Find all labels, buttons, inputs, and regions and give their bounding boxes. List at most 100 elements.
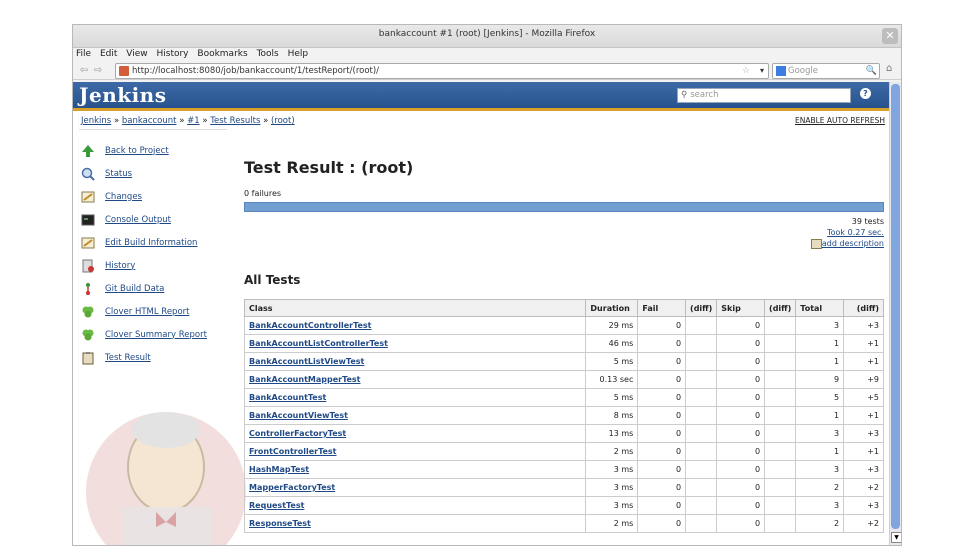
class-cell: RequestTest <box>243 496 587 515</box>
enable-auto-refresh-link[interactable]: ENABLE AUTO REFRESH <box>795 116 885 125</box>
menu-file[interactable]: File <box>76 49 91 59</box>
menu-tools[interactable]: Tools <box>257 49 279 59</box>
scrollbar-thumb[interactable] <box>891 84 900 529</box>
total-cell: 1 <box>795 352 845 371</box>
back-icon[interactable]: ⇦ <box>77 65 91 76</box>
fail-cell: 0 <box>637 460 687 479</box>
help-icon[interactable]: ? <box>860 88 871 99</box>
table-row: BankAccountTest 5 ms 0 0 5 +5 <box>243 388 884 407</box>
total-diff-cell: +3 <box>843 460 884 479</box>
skip-diff-cell <box>764 316 797 335</box>
header-class[interactable]: Class <box>243 299 587 317</box>
sidebar-item-history[interactable]: History <box>79 254 239 277</box>
fail-diff-cell <box>685 370 718 389</box>
divider <box>79 129 227 130</box>
duration-cell: 2 ms <box>585 442 639 461</box>
browser-search-input[interactable]: Google 🔍 <box>772 63 880 79</box>
table-row: FrontControllerTest 2 ms 0 0 1 +1 <box>243 442 884 461</box>
menu-edit[interactable]: Edit <box>100 49 117 59</box>
class-link[interactable]: BankAccountListControllerTest <box>249 339 388 348</box>
fail-diff-cell <box>685 424 718 443</box>
breadcrumb-test-results[interactable]: Test Results <box>210 116 260 126</box>
header-fail-diff[interactable]: (diff) <box>685 299 718 317</box>
header-fail[interactable]: Fail <box>637 299 687 317</box>
add-description-link[interactable]: add description <box>822 239 884 248</box>
breadcrumb-bankaccount[interactable]: bankaccount <box>122 116 177 126</box>
fail-diff-cell <box>685 478 718 497</box>
sidebar-item-label[interactable]: Console Output <box>105 215 171 225</box>
sidebar-item-back-to-project[interactable]: Back to Project <box>79 139 239 162</box>
menu-view[interactable]: View <box>126 49 147 59</box>
total-diff-cell: +1 <box>843 406 884 425</box>
took-link[interactable]: Took 0.27 sec. <box>827 228 884 237</box>
menu-bookmarks[interactable]: Bookmarks <box>197 49 247 59</box>
scroll-down-icon[interactable]: ▼ <box>891 532 901 543</box>
sidebar-item-label[interactable]: Clover Summary Report <box>105 330 207 340</box>
class-link[interactable]: BankAccountControllerTest <box>249 321 372 330</box>
breadcrumb-root[interactable]: (root) <box>271 116 295 126</box>
skip-diff-cell <box>764 406 797 425</box>
sidebar-item-label[interactable]: History <box>105 261 135 271</box>
class-cell: ResponseTest <box>243 514 587 533</box>
class-link[interactable]: HashMapTest <box>249 465 309 474</box>
forward-icon[interactable]: ⇨ <box>91 65 105 76</box>
header-total-diff[interactable]: (diff) <box>843 299 884 317</box>
sidebar-item-console-output[interactable]: Console Output <box>79 208 239 231</box>
class-cell: BankAccountListViewTest <box>243 352 587 371</box>
sidebar-item-label[interactable]: Git Build Data <box>105 284 164 294</box>
menu-history[interactable]: History <box>156 49 188 59</box>
scrollbar[interactable]: ▼ <box>889 82 901 545</box>
sidebar-item-changes[interactable]: Changes <box>79 185 239 208</box>
class-link[interactable]: BankAccountListViewTest <box>249 357 364 366</box>
class-link[interactable]: MapperFactoryTest <box>249 483 335 492</box>
sidebar-item-label[interactable]: Status <box>105 169 132 179</box>
class-link[interactable]: BankAccountTest <box>249 393 326 402</box>
fail-cell: 0 <box>637 496 687 515</box>
skip-cell: 0 <box>716 406 766 425</box>
sidebar-item-git-build-data[interactable]: Git Build Data <box>79 277 239 300</box>
fail-diff-cell <box>685 406 718 425</box>
close-icon[interactable]: ✕ <box>882 28 898 44</box>
jenkins-search-input[interactable]: ⚲ search <box>677 88 851 103</box>
sidebar-item-clover-html-report[interactable]: Clover HTML Report <box>79 300 239 323</box>
header-duration[interactable]: Duration <box>585 299 639 317</box>
class-link[interactable]: ControllerFactoryTest <box>249 429 346 438</box>
table-row: BankAccountMapperTest 0.13 sec 0 0 9 +9 <box>243 370 884 389</box>
clover-icon <box>82 306 94 317</box>
notepad-pencil-icon[interactable] <box>810 238 822 249</box>
sidebar-item-status[interactable]: Status <box>79 162 239 185</box>
sidebar-item-label[interactable]: Test Result <box>105 353 151 363</box>
sidebar-item-label[interactable]: Edit Build Information <box>105 238 197 248</box>
class-link[interactable]: BankAccountViewTest <box>249 411 348 420</box>
skip-cell: 0 <box>716 478 766 497</box>
jenkins-header: Jenkins ⚲ search ? <box>73 82 889 108</box>
url-bar[interactable]: http://localhost:8080/job/bankaccount/1/… <box>115 63 769 79</box>
table-row: RequestTest 3 ms 0 0 3 +3 <box>243 496 884 515</box>
sidebar-item-test-result[interactable]: Test Result <box>79 346 239 369</box>
clover-icon <box>82 329 94 340</box>
menu-help[interactable]: Help <box>288 49 309 59</box>
test-result-bar <box>244 202 884 212</box>
fail-cell: 0 <box>637 478 687 497</box>
jenkins-logo[interactable]: Jenkins <box>79 83 166 107</box>
class-link[interactable]: ResponseTest <box>249 519 311 528</box>
sidebar-item-label[interactable]: Changes <box>105 192 142 202</box>
search-icon[interactable]: 🔍 <box>866 64 877 78</box>
fail-diff-cell <box>685 514 718 533</box>
class-link[interactable]: RequestTest <box>249 501 304 510</box>
home-icon[interactable]: ⌂ <box>886 63 892 74</box>
sidebar-item-edit-build-information[interactable]: Edit Build Information <box>79 231 239 254</box>
header-skip-diff[interactable]: (diff) <box>764 299 797 317</box>
header-total[interactable]: Total <box>795 299 845 317</box>
breadcrumb-build[interactable]: #1 <box>187 116 200 126</box>
sidebar-item-label[interactable]: Back to Project <box>105 146 169 156</box>
sidebar-item-label[interactable]: Clover HTML Report <box>105 307 190 317</box>
star-icon[interactable]: ☆ <box>742 64 750 78</box>
chevron-down-icon[interactable]: ▾ <box>760 64 764 78</box>
class-link[interactable]: BankAccountMapperTest <box>249 375 361 384</box>
class-link[interactable]: FrontControllerTest <box>249 447 337 456</box>
header-skip[interactable]: Skip <box>716 299 766 317</box>
sidebar-item-clover-summary-report[interactable]: Clover Summary Report <box>79 323 239 346</box>
breadcrumb-jenkins[interactable]: Jenkins <box>81 116 111 126</box>
google-icon[interactable] <box>776 66 786 76</box>
